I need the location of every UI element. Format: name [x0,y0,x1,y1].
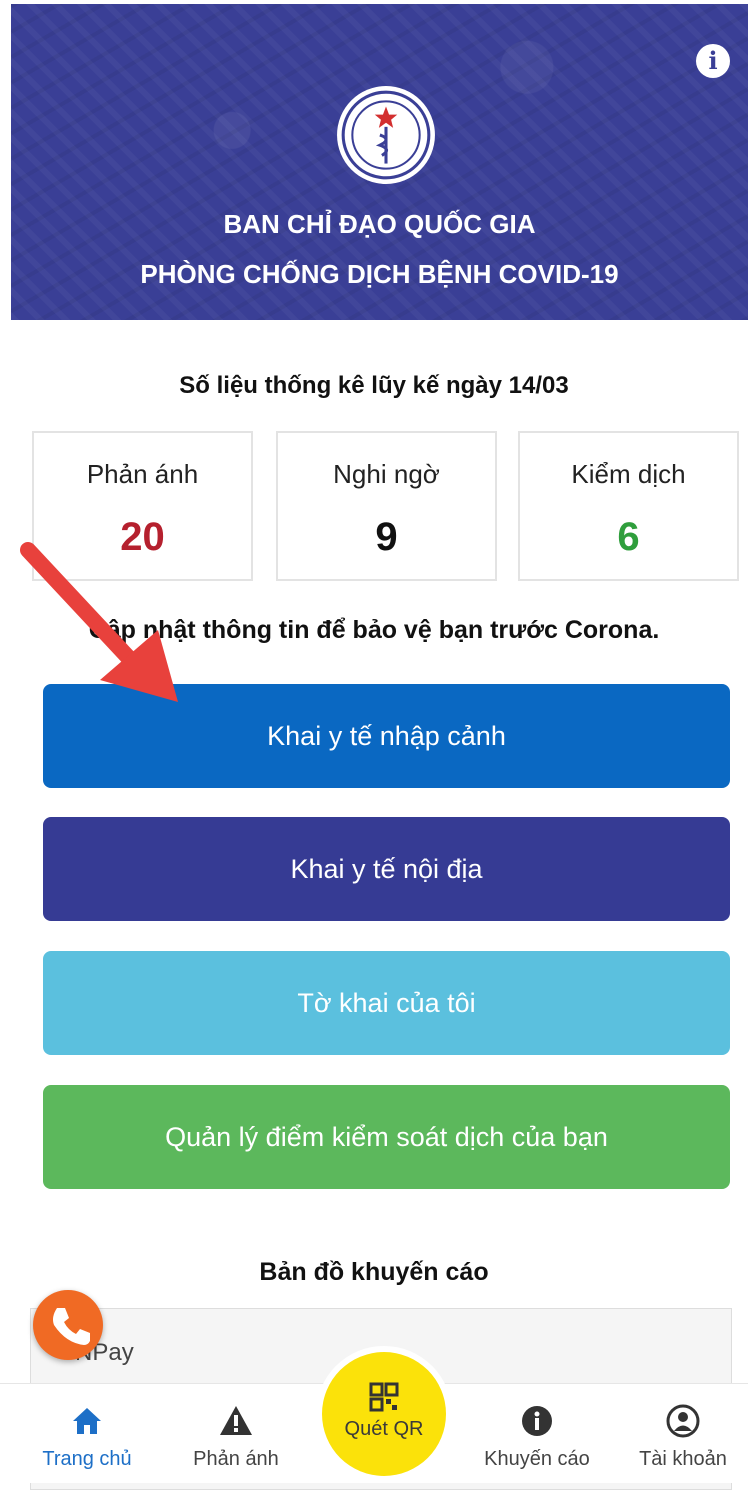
info-circle-icon [522,1406,552,1436]
nav-report[interactable]: Phản ánh [171,1384,301,1483]
nav-label: Khuyến cáo [484,1448,590,1470]
stat-value: 6 [617,515,640,559]
stat-label: Nghi ngờ [333,459,440,489]
call-button[interactable] [33,1290,103,1360]
header-banner: i BAN CHỈ ĐẠO QUỐC GIA PHÒNG CHỐNG DỊCH … [11,4,748,320]
map-title: Bản đồ khuyến cáo [259,1258,489,1286]
manage-checkpoints-button[interactable]: Quản lý điểm kiểm soát dịch của bạn [43,1085,730,1189]
phone-icon [53,1308,90,1345]
qr-label: Quét QR [344,1418,424,1440]
stat-card-quarantine[interactable]: Kiểm dịch 6 [518,431,739,581]
my-declarations-button[interactable]: Tờ khai của tôi [43,951,730,1055]
nav-account[interactable]: Tài khoản [618,1384,748,1483]
nav-advice[interactable]: Khuyến cáo [472,1384,602,1483]
nav-label: Tài khoản [639,1448,727,1470]
header-title-line1: BAN CHỈ ĐẠO QUỐC GIA [223,209,536,239]
annotation-arrow-icon [20,542,178,702]
nav-label: Phản ánh [193,1448,279,1470]
home-icon [73,1408,101,1434]
user-circle-icon [666,1404,700,1438]
nav-label: Trang chủ [42,1448,132,1470]
qr-code-icon [369,1382,399,1412]
stat-label: Kiểm dịch [571,459,686,489]
nav-home[interactable]: Trang chủ [22,1384,152,1483]
stat-card-suspected[interactable]: Nghi ngờ 9 [276,431,497,581]
stat-label: Phản ánh [86,459,199,489]
stats-title: Số liệu thống kê lũy kế ngày 14/03 [179,372,569,399]
header-title-line2: PHÒNG CHỐNG DỊCH BỆNH COVID-19 [140,259,619,289]
info-icon[interactable]: i [696,44,730,78]
ministry-of-health-logo [337,86,435,184]
scan-qr-button[interactable]: Quét QR [322,1352,446,1476]
stat-value: 9 [375,515,398,559]
warning-icon [220,1406,252,1435]
domestic-health-declaration-button[interactable]: Khai y tế nội địa [43,817,730,921]
